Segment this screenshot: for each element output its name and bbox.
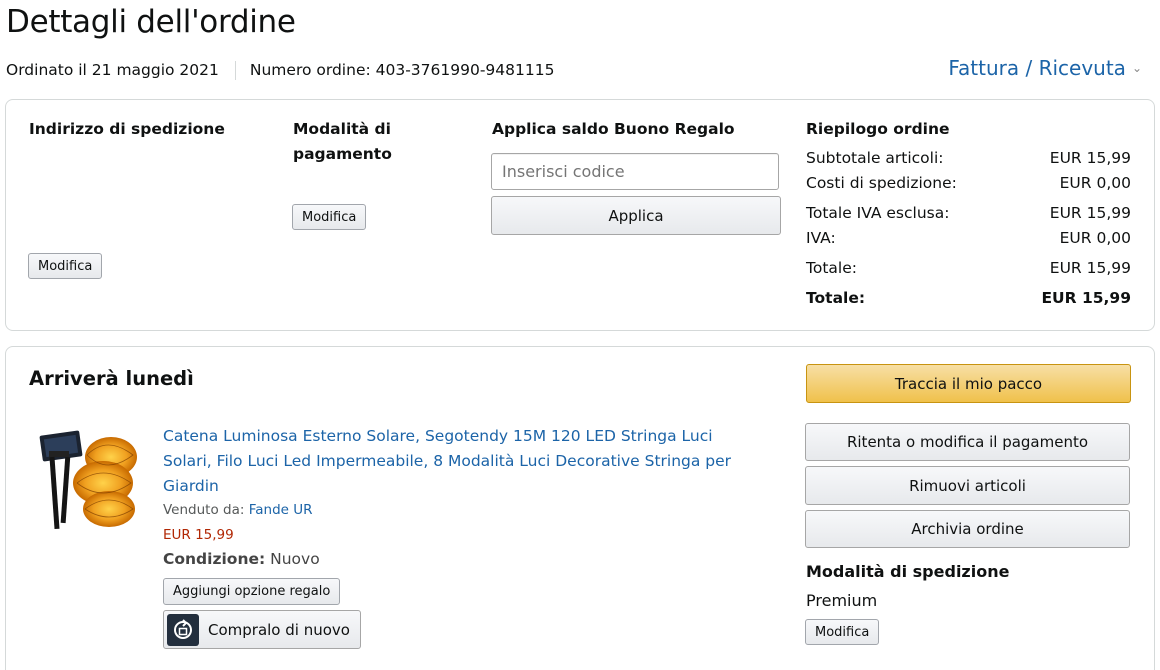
track-package-button[interactable]: Traccia il mio pacco <box>806 364 1131 403</box>
seller-link[interactable]: Fande UR <box>249 502 313 518</box>
buy-again-icon <box>167 613 199 646</box>
edit-shipping-method-button[interactable]: Modifica <box>805 619 880 645</box>
summary-row-shipping: Costi di spedizione: EUR 0,00 <box>806 174 1131 192</box>
summary-label: Totale: <box>806 259 857 277</box>
retry-payment-button[interactable]: Ritenta o modifica il pagamento <box>805 423 1130 461</box>
product-title-line[interactable]: Catena Luminosa Esterno Solare, Segotend… <box>163 424 731 449</box>
payment-heading-line1: Modalità di <box>293 120 391 138</box>
order-date: Ordinato il 21 maggio 2021 <box>6 61 219 79</box>
summary-row-grand-total: Totale: EUR 15,99 <box>806 289 1131 307</box>
item-price: EUR 15,99 <box>163 527 234 543</box>
edit-address-button[interactable]: Modifica <box>28 253 103 279</box>
condition-label: Condizione: <box>163 550 266 568</box>
page-title: Dettagli dell'ordine <box>6 4 296 40</box>
order-number: Numero ordine: 403-3761990-9481115 <box>249 61 555 79</box>
summary-value: EUR 0,00 <box>1059 229 1131 247</box>
product-title-line[interactable]: Solari, Filo Luci Led Impermeabile, 8 Mo… <box>163 449 731 474</box>
payment-heading-line2: pagamento <box>293 145 392 163</box>
shipping-address-heading: Indirizzo di spedizione <box>29 120 225 138</box>
archive-order-button[interactable]: Archivia ordine <box>805 510 1130 548</box>
summary-label: Totale: <box>806 289 866 307</box>
invoice-dropdown[interactable]: Fattura / Ricevuta ⌄ <box>948 56 1142 80</box>
summary-row-net: Totale IVA esclusa: EUR 15,99 <box>806 204 1131 222</box>
summary-row-subtotal: Subtotale articoli: EUR 15,99 <box>806 149 1131 167</box>
sold-by-label: Venduto da: <box>163 502 245 518</box>
summary-label: IVA: <box>806 229 836 247</box>
item-condition: Condizione: Nuovo <box>163 550 320 568</box>
gift-code-input[interactable] <box>491 153 779 190</box>
apply-gift-button[interactable]: Applica <box>491 196 781 235</box>
summary-value: EUR 15,99 <box>1049 204 1131 222</box>
edit-payment-button[interactable]: Modifica <box>292 204 367 230</box>
product-photo <box>39 430 137 530</box>
arrival-heading: Arriverà lunedì <box>29 367 194 390</box>
summary-value: EUR 15,99 <box>1049 149 1131 167</box>
summary-label: Subtotale articoli: <box>806 149 944 167</box>
buy-again-button[interactable]: Compralo di nuovo <box>163 610 361 649</box>
product-image[interactable] <box>37 425 143 533</box>
chevron-down-icon: ⌄ <box>1131 61 1142 75</box>
divider <box>234 61 236 80</box>
summary-value: EUR 0,00 <box>1059 174 1131 192</box>
gift-card-heading: Applica saldo Buono Regalo <box>492 120 735 138</box>
sold-by: Venduto da: Fande UR <box>163 502 313 518</box>
order-meta: Ordinato il 21 maggio 2021 Numero ordine:… <box>6 61 554 80</box>
summary-heading: Riepilogo ordine <box>806 120 950 138</box>
remove-items-button[interactable]: Rimuovi articoli <box>805 466 1130 505</box>
condition-value: Nuovo <box>270 550 320 568</box>
add-gift-option-button[interactable]: Aggiungi opzione regalo <box>163 578 341 605</box>
product-title-line[interactable]: Giardin <box>163 474 731 499</box>
invoice-link[interactable]: Fattura / Ricevuta <box>948 56 1126 80</box>
shipping-method-value: Premium <box>806 591 878 610</box>
buy-again-label: Compralo di nuovo <box>208 620 350 639</box>
summary-row-total: Totale: EUR 15,99 <box>806 259 1131 277</box>
summary-label: Totale IVA esclusa: <box>806 204 950 222</box>
product-title-link[interactable]: Catena Luminosa Esterno Solare, Segotend… <box>163 424 731 499</box>
summary-row-vat: IVA: EUR 0,00 <box>806 229 1131 247</box>
shipping-method-heading: Modalità di spedizione <box>806 562 1010 581</box>
summary-value: EUR 15,99 <box>1041 289 1131 307</box>
payment-heading: Modalità di pagamento <box>293 117 392 167</box>
summary-value: EUR 15,99 <box>1049 259 1131 277</box>
summary-label: Costi di spedizione: <box>806 174 957 192</box>
